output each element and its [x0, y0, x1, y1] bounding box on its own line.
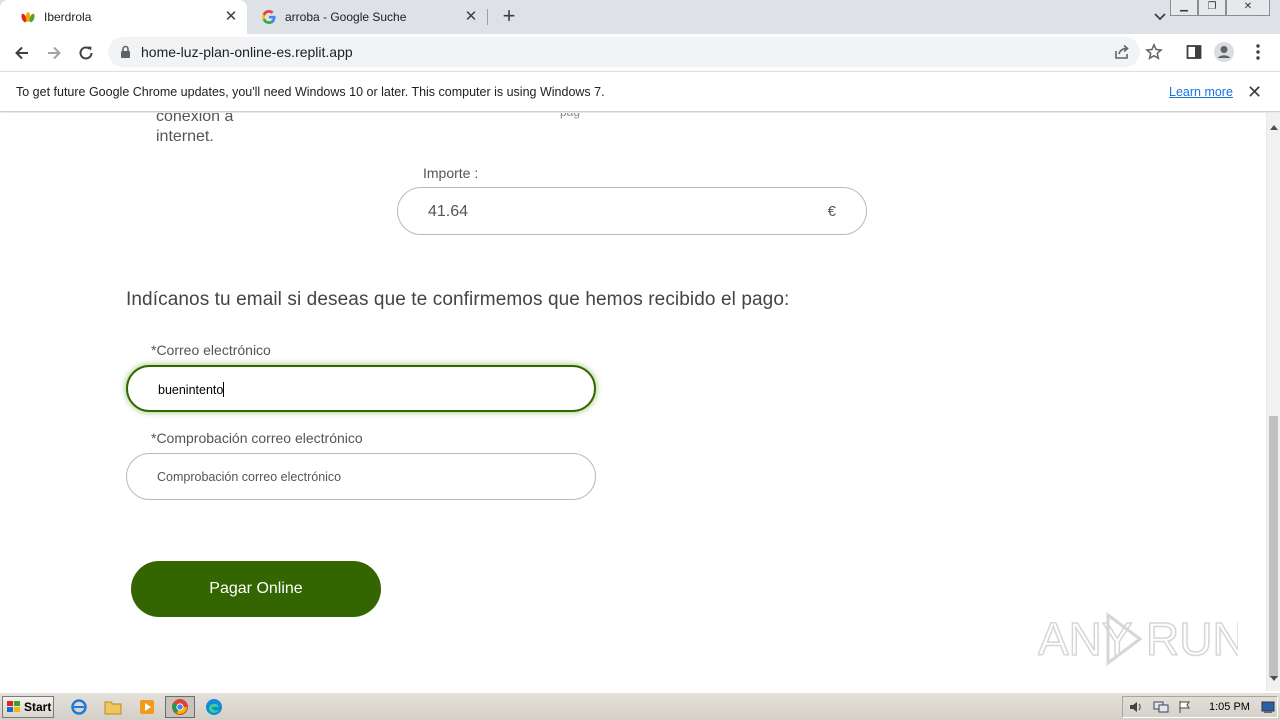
network-icon[interactable] — [1153, 700, 1169, 719]
pagar-online-button[interactable]: Pagar Online — [131, 561, 381, 617]
svg-text:ANY: ANY — [1038, 613, 1133, 665]
email-field-value: buenintento — [158, 382, 225, 397]
media-player-icon[interactable] — [132, 696, 162, 718]
tab-title: Iberdrola — [44, 10, 92, 24]
tab-strip: Iberdrola ✕ arroba - Google Suche ✕ + ▁ … — [0, 0, 1280, 34]
browser-toolbar: home-luz-plan-online-es.replit.app — [0, 34, 1280, 71]
edge-icon[interactable] — [199, 696, 229, 718]
scroll-up-arrow-icon[interactable] — [1270, 117, 1278, 135]
volume-icon[interactable] — [1128, 700, 1144, 719]
page-scrollbar[interactable] — [1266, 113, 1280, 691]
update-infobar: To get future Google Chrome updates, you… — [0, 71, 1280, 112]
forward-arrow-icon[interactable] — [41, 40, 67, 66]
anyrun-watermark-logo: ANY RUN — [1037, 607, 1246, 671]
tab-title: arroba - Google Suche — [285, 10, 407, 24]
iberdrola-logo-icon — [20, 9, 36, 25]
menu-kebab-icon[interactable] — [1247, 41, 1269, 63]
text-caret — [223, 382, 225, 397]
system-tray: 1:05 PM — [1122, 696, 1278, 718]
restore-icon[interactable]: ❐ — [1198, 0, 1226, 16]
lock-icon[interactable] — [120, 45, 131, 64]
importe-field: 41.64 € — [397, 187, 867, 235]
infobar-close-icon[interactable]: ✕ — [1247, 82, 1262, 103]
url-text: home-luz-plan-online-es.replit.app — [141, 44, 353, 60]
euro-currency-symbol: € — [827, 203, 836, 220]
new-tab-button[interactable]: + — [497, 5, 521, 29]
taskbar-clock: 1:05 PM — [1209, 701, 1250, 713]
side-panel-icon[interactable] — [1183, 41, 1205, 63]
scrollbar-thumb[interactable] — [1269, 416, 1278, 678]
minimize-icon[interactable]: ▁ — [1170, 0, 1198, 16]
show-desktop-icon[interactable] — [1261, 700, 1275, 719]
scroll-down-arrow-icon[interactable] — [1270, 669, 1278, 687]
profile-avatar-icon[interactable] — [1213, 41, 1235, 63]
email-confirm-placeholder: Comprobación correo electrónico — [157, 470, 342, 484]
cut-off-text: conexión a internet. — [156, 113, 234, 145]
window-close-icon[interactable]: ✕ — [1226, 0, 1270, 16]
infobar-message: To get future Google Chrome updates, you… — [16, 85, 605, 99]
internet-explorer-icon[interactable] — [64, 696, 94, 718]
page-content: conexión a internet. pag Importe : 41.64… — [0, 113, 1266, 691]
back-arrow-icon[interactable] — [9, 40, 35, 66]
email-field[interactable]: buenintento — [126, 365, 596, 412]
tab-separator — [487, 9, 488, 25]
email-confirm-field[interactable]: Comprobación correo electrónico — [126, 453, 596, 500]
close-tab-icon[interactable]: ✕ — [223, 9, 239, 25]
tab-iberdrola[interactable]: Iberdrola ✕ — [0, 0, 247, 34]
address-bar[interactable]: home-luz-plan-online-es.replit.app — [108, 37, 1140, 67]
google-g-icon — [261, 9, 277, 25]
chrome-icon[interactable] — [165, 696, 195, 718]
learn-more-link[interactable]: Learn more — [1169, 85, 1233, 99]
windows-taskbar: Start 1:05 PM — [0, 692, 1280, 720]
start-button[interactable]: Start — [2, 696, 54, 718]
reload-icon[interactable] — [73, 40, 99, 66]
email-confirm-field-label: *Comprobación correo electrónico — [151, 430, 363, 446]
close-tab-icon[interactable]: ✕ — [463, 9, 479, 25]
bookmark-star-icon[interactable] — [1143, 41, 1165, 63]
email-field-label: *Correo electrónico — [151, 342, 271, 358]
file-explorer-icon[interactable] — [98, 696, 128, 718]
start-label: Start — [24, 700, 52, 714]
importe-label: Importe : — [423, 165, 479, 181]
tab-google-search[interactable]: arroba - Google Suche ✕ — [247, 0, 487, 34]
svg-text:RUN: RUN — [1146, 613, 1238, 665]
tab-search-chevron-icon[interactable] — [1150, 8, 1170, 26]
cut-off-fragment: pag — [560, 113, 580, 119]
email-prompt-heading: Indícanos tu email si deseas que te conf… — [126, 289, 790, 310]
importe-value: 41.64 — [428, 203, 469, 220]
share-icon[interactable] — [1113, 43, 1131, 61]
windows-flag-icon — [6, 700, 22, 714]
action-center-flag-icon[interactable] — [1178, 700, 1192, 719]
window-controls: ▁ ❐ ✕ — [1170, 0, 1270, 18]
